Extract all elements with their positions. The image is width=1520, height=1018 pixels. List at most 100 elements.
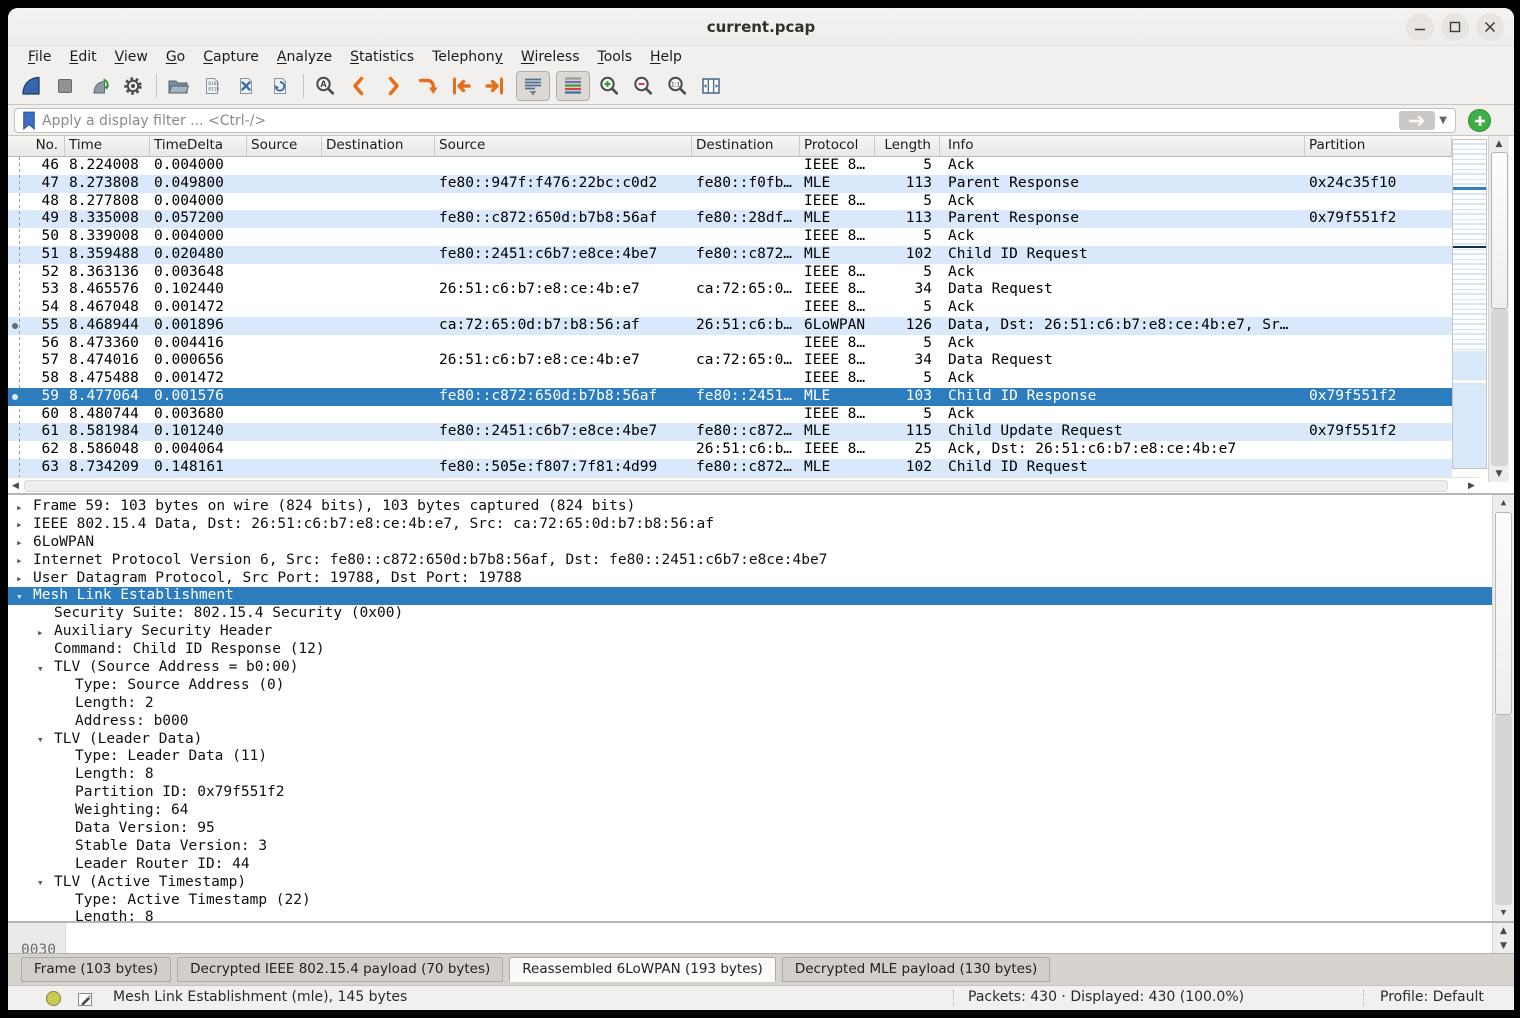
packet-row[interactable]: 568.4733600.004416IEEE 8…5Ack xyxy=(8,335,1452,353)
packet-row[interactable]: 598.4770640.001576fe80::c872:650d:b7b8:5… xyxy=(8,388,1452,406)
menu-help[interactable]: Help xyxy=(641,48,691,66)
go-forward-button[interactable] xyxy=(380,73,406,99)
zoom-in-button[interactable] xyxy=(596,73,622,99)
scrollbar-thumb[interactable] xyxy=(1491,152,1508,309)
expander-icon[interactable]: ▸ xyxy=(16,552,23,570)
detail-row[interactable]: ▸User Datagram Protocol, Src Port: 19788… xyxy=(8,570,1514,588)
close-file-button[interactable] xyxy=(233,73,259,99)
menu-file[interactable]: File xyxy=(19,48,60,66)
detail-row[interactable]: ▸Internet Protocol Version 6, Src: fe80:… xyxy=(8,552,1514,570)
expander-icon[interactable]: ▾ xyxy=(16,588,23,606)
packet-row[interactable]: 498.3350080.057200fe80::c872:650d:b7b8:5… xyxy=(8,210,1452,228)
detail-row[interactable]: Partition ID: 0x79f551f2 xyxy=(8,784,1514,802)
detail-row[interactable]: Length: 8 xyxy=(8,766,1514,784)
scroll-right-icon[interactable]: ▶ xyxy=(1464,478,1479,494)
display-filter-input[interactable] xyxy=(38,113,1399,129)
detail-row[interactable]: Weighting: 64 xyxy=(8,802,1514,820)
packet-row[interactable]: 578.4740160.00065626:51:c6:b7:e8:ce:4b:e… xyxy=(8,352,1452,370)
expander-icon[interactable]: ▸ xyxy=(16,534,23,552)
packet-row[interactable]: 518.3594880.020480fe80::2451:c6b7:e8ce:4… xyxy=(8,246,1452,264)
byte-view-tab[interactable]: Frame (103 bytes) xyxy=(21,957,171,982)
colorize-toggle[interactable] xyxy=(556,71,590,101)
detail-row[interactable]: ▸Frame 59: 103 bytes on wire (824 bits),… xyxy=(8,498,1514,516)
menu-telephony[interactable]: Telephony xyxy=(423,48,512,66)
expander-icon[interactable]: ▸ xyxy=(16,516,23,534)
detail-row[interactable]: Address: b000 xyxy=(8,713,1514,731)
packet-row[interactable]: 558.4689440.001896ca:72:65:0d:b7:b8:56:a… xyxy=(8,317,1452,335)
menu-statistics[interactable]: Statistics xyxy=(341,48,423,66)
detail-row[interactable]: Length: 8 xyxy=(8,909,1514,921)
scroll-down-icon[interactable]: ▼ xyxy=(1493,905,1514,921)
packet-row[interactable]: 528.3631360.003648IEEE 8…5Ack xyxy=(8,264,1452,282)
scrollbar-thumb[interactable] xyxy=(1495,512,1512,715)
expander-icon[interactable]: ▸ xyxy=(37,624,44,642)
zoom-original-button[interactable]: 1:1 xyxy=(664,73,690,99)
capture-start-button[interactable] xyxy=(18,73,44,99)
packet-row[interactable]: 618.5819840.101240fe80::2451:c6b7:e8ce:4… xyxy=(8,423,1452,441)
capture-restart-button[interactable] xyxy=(86,73,112,99)
packet-list-header-cell[interactable]: No. xyxy=(8,136,65,156)
detail-row[interactable]: Data Version: 95 xyxy=(8,820,1514,838)
detail-row[interactable]: ▸6LoWPAN xyxy=(8,534,1514,552)
go-to-packet-button[interactable] xyxy=(414,73,440,99)
expert-info-icon[interactable] xyxy=(46,991,61,1006)
hex-row[interactable]: 0030 00 15 0d 00 00 00 00 00 00 00 01 75… xyxy=(8,925,60,942)
packet-row[interactable]: 638.7342090.148161fe80::505e:f807:7f81:4… xyxy=(8,459,1452,477)
byte-view-tab[interactable]: Reassembled 6LoWPAN (193 bytes) xyxy=(509,957,776,982)
detail-row[interactable]: Type: Source Address (0) xyxy=(8,677,1514,695)
packet-list-horizontal-scrollbar[interactable]: ◀ ▶ xyxy=(8,477,1479,493)
scrollbar-groove[interactable] xyxy=(1491,309,1508,466)
packet-list-header-cell[interactable]: Length xyxy=(875,136,940,156)
profile-status[interactable]: Profile: Default xyxy=(1380,989,1484,1005)
packet-list-header-cell[interactable]: Source xyxy=(435,136,692,156)
packet-list-header-cell[interactable]: Protocol xyxy=(800,136,875,156)
packet-list-header-cell[interactable]: Destination xyxy=(322,136,435,156)
expander-icon[interactable]: ▾ xyxy=(37,731,44,749)
scroll-up-icon[interactable]: ▲ xyxy=(1493,495,1514,511)
packet-list-vertical-scrollbar[interactable]: ▲ ▼ xyxy=(1488,136,1509,482)
packet-row[interactable]: 608.4807440.003680IEEE 8…5Ack xyxy=(8,406,1452,424)
detail-row[interactable]: ▾TLV (Leader Data) xyxy=(8,731,1514,749)
detail-row[interactable]: Type: Leader Data (11) xyxy=(8,748,1514,766)
packet-row[interactable]: 478.2738080.049800fe80::947f:f476:22bc:c… xyxy=(8,175,1452,193)
resize-columns-button[interactable] xyxy=(698,73,724,99)
byte-view-tab[interactable]: Decrypted MLE payload (130 bytes) xyxy=(782,957,1050,982)
go-first-packet-button[interactable] xyxy=(448,73,474,99)
expander-icon[interactable]: ▸ xyxy=(16,570,23,588)
scroll-down-icon[interactable]: ▼ xyxy=(1493,938,1514,953)
packet-row[interactable]: 508.3390080.004000IEEE 8…5Ack xyxy=(8,228,1452,246)
expander-icon[interactable]: ▾ xyxy=(37,660,44,678)
scroll-up-icon[interactable]: ▲ xyxy=(1489,136,1509,152)
detail-row[interactable]: ▸IEEE 802.15.4 Data, Dst: 26:51:c6:b7:e8… xyxy=(8,516,1514,534)
menu-edit[interactable]: Edit xyxy=(60,48,105,66)
expander-icon[interactable]: ▸ xyxy=(16,499,23,517)
packet-row[interactable]: 468.2240080.004000IEEE 8…5Ack xyxy=(8,157,1452,175)
filter-bookmark-icon[interactable] xyxy=(20,110,38,131)
packet-row[interactable]: 538.4655760.10244026:51:c6:b7:e8:ce:4b:e… xyxy=(8,281,1452,299)
menu-analyze[interactable]: Analyze xyxy=(268,48,341,66)
detail-row[interactable]: ▾TLV (Active Timestamp) xyxy=(8,874,1514,892)
menu-capture[interactable]: Capture xyxy=(194,48,268,66)
apply-filter-button[interactable] xyxy=(1399,111,1435,130)
packet-list-header-cell[interactable]: Source xyxy=(247,136,322,156)
detail-row[interactable]: Command: Child ID Response (12) xyxy=(8,641,1514,659)
packet-row[interactable]: 548.4670480.001472IEEE 8…5Ack xyxy=(8,299,1452,317)
go-last-packet-button[interactable] xyxy=(482,73,508,99)
add-filter-button[interactable] xyxy=(1468,109,1491,132)
scrollbar-groove[interactable] xyxy=(1495,715,1512,905)
packet-list-header-cell[interactable]: Time xyxy=(65,136,150,156)
capture-options-button[interactable] xyxy=(120,73,146,99)
hex-vertical-scrollbar[interactable]: ▲ ▼ xyxy=(1492,923,1514,953)
title-bar[interactable]: current.pcap xyxy=(8,8,1514,46)
auto-scroll-toggle[interactable] xyxy=(516,71,550,101)
detail-row[interactable]: ▾Mesh Link Establishment xyxy=(8,587,1514,605)
packet-row[interactable]: 488.2778080.004000IEEE 8…5Ack xyxy=(8,193,1452,211)
packet-list-header-cell[interactable]: Destination xyxy=(692,136,800,156)
menu-go[interactable]: Go xyxy=(157,48,194,66)
byte-view-tab[interactable]: Decrypted IEEE 802.15.4 payload (70 byte… xyxy=(177,957,503,982)
detail-row[interactable]: Length: 2 xyxy=(8,695,1514,713)
open-file-button[interactable] xyxy=(165,73,191,99)
menu-view[interactable]: View xyxy=(106,48,157,66)
zoom-out-button[interactable] xyxy=(630,73,656,99)
detail-row[interactable]: ▸Auxiliary Security Header xyxy=(8,623,1514,641)
